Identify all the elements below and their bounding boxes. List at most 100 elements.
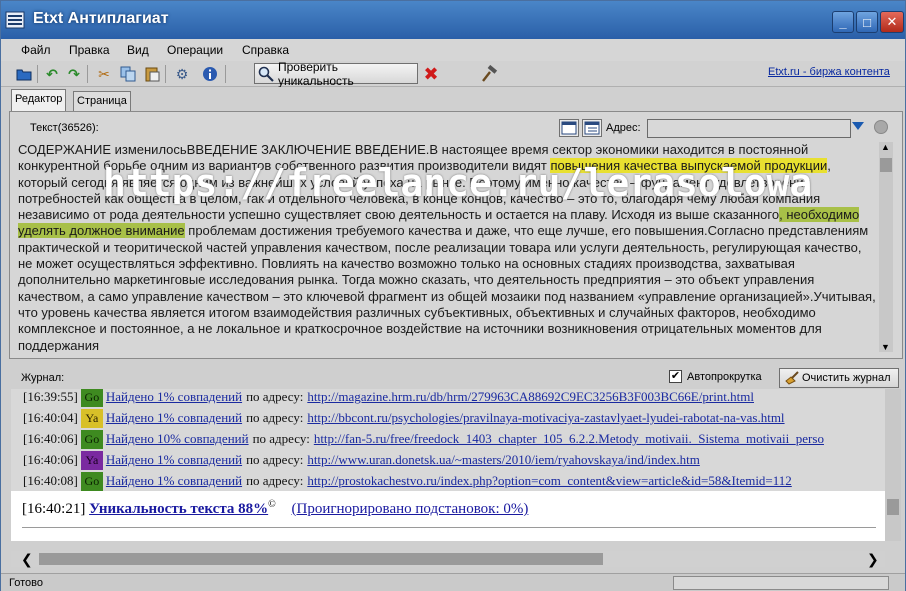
hammer-icon[interactable]: [481, 65, 499, 83]
journal-entry: [16:40:06] Ya Найдено 1% совпадений по а…: [23, 450, 700, 470]
match-link[interactable]: Найдено 1% совпадений: [106, 410, 242, 426]
entry-time: [16:39:55]: [23, 389, 78, 404]
scroll-left-icon[interactable]: ❮: [21, 552, 33, 566]
magnifier-icon: [258, 66, 274, 82]
progress-bar: [673, 576, 889, 590]
open-folder-icon[interactable]: [15, 65, 33, 83]
entry-by-label: по адресу:: [246, 473, 304, 488]
search-engine-badge: Go: [80, 429, 103, 449]
match-link[interactable]: Найдено 1% совпадений: [106, 389, 242, 405]
check-uniqueness-button[interactable]: Проверить уникальность: [254, 60, 418, 88]
entry-by-label: по адресу:: [252, 431, 310, 446]
autoscroll-label: Автопрокрутка: [687, 371, 762, 383]
scroll-down-icon[interactable]: ▼: [881, 342, 890, 352]
search-engine-badge: Ya: [80, 408, 103, 428]
app-window: Etxt Антиплагиат _ □ ✕ Файл Правка Вид О…: [0, 0, 906, 591]
toolbar-separator: [225, 65, 226, 83]
address-label: Адрес:: [606, 122, 641, 134]
source-url[interactable]: http://fan-5.ru/free/freedock_1403_chapt…: [314, 431, 824, 447]
etxt-exchange-link[interactable]: Etxt.ru - биржа контента: [768, 66, 890, 78]
stop-icon[interactable]: ✖: [422, 64, 440, 84]
uniqueness-value-link[interactable]: Уникальность текста 88%: [89, 501, 268, 517]
info-icon[interactable]: [201, 65, 219, 83]
source-url[interactable]: http://www.uran.donetsk.ua/~masters/2010…: [307, 452, 700, 468]
copyright-mark: ©: [268, 499, 276, 510]
autoscroll-checkbox[interactable]: ✔: [669, 370, 682, 383]
editor-scrollbar[interactable]: ▲ ▼: [879, 142, 893, 352]
journal-hscroll-thumb[interactable]: [39, 553, 603, 565]
cut-icon[interactable]: ✂: [95, 65, 113, 83]
close-icon: ✕: [886, 14, 898, 29]
menu-bar: Файл Правка Вид Операции Справка: [1, 39, 905, 61]
copy-icon[interactable]: [119, 65, 137, 83]
address-cancel-icon[interactable]: [874, 120, 888, 134]
single-view-button[interactable]: [559, 119, 579, 137]
editor-scroll-thumb[interactable]: [880, 158, 892, 172]
scroll-right-icon[interactable]: ❯: [867, 552, 879, 566]
tab-editor[interactable]: Редактор: [11, 89, 67, 111]
result-line: [16:40:21] Уникальность текста 88%© (Про…: [22, 499, 528, 518]
journal-entry: [16:40:06] Go Найдено 10% совпадений по …: [23, 429, 824, 449]
journal-log: [16:39:55] Go Найдено 1% совпадений по а…: [11, 389, 885, 491]
close-button[interactable]: ✕: [880, 11, 904, 33]
scroll-up-icon[interactable]: ▲: [881, 142, 890, 152]
window-view-icon: [561, 121, 577, 135]
editor-panel: Текст(36526): Адрес: СОДЕРЖАНИЕ изменило…: [9, 111, 903, 359]
window-title: Etxt Антиплагиат: [33, 10, 169, 27]
maximize-button[interactable]: □: [856, 11, 878, 33]
check-uniqueness-label: Проверить уникальность: [277, 59, 354, 88]
journal-header: Журнал: ✔ Автопрокрутка Очистить журнал: [9, 367, 903, 389]
match-link[interactable]: Найдено 1% совпадений: [106, 473, 242, 489]
entry-by-label: по адресу:: [246, 410, 304, 425]
menu-edit[interactable]: Правка: [69, 43, 110, 57]
undo-icon[interactable]: ↶: [43, 65, 61, 83]
status-text: Готово: [9, 577, 43, 589]
address-input[interactable]: [647, 119, 851, 138]
redo-icon[interactable]: ↷: [65, 65, 83, 83]
search-engine-badge: Ya: [80, 450, 103, 470]
journal-label: Журнал:: [21, 372, 65, 384]
source-url[interactable]: http://bbcont.ru/psychologies/pravilnaya…: [307, 410, 784, 426]
menu-view[interactable]: Вид: [127, 43, 149, 57]
search-engine-badge: Go: [80, 471, 103, 491]
source-url[interactable]: http://prostokachestvo.ru/index.php?opti…: [307, 473, 791, 489]
result-divider: [22, 527, 876, 528]
journal-scroll-thumb[interactable]: [887, 499, 899, 515]
match-link[interactable]: Найдено 10% совпадений: [106, 431, 249, 447]
title-bar: Etxt Антиплагиат _ □ ✕: [1, 1, 905, 39]
minimize-button[interactable]: _: [832, 11, 854, 33]
paste-icon[interactable]: [143, 65, 161, 83]
entry-time: [16:40:06]: [23, 431, 78, 446]
menu-operations[interactable]: Операции: [167, 43, 223, 57]
toolbar-separator: [165, 65, 166, 83]
entry-by-label: по адресу:: [246, 389, 304, 404]
text-length-label: Текст(36526):: [30, 122, 99, 134]
journal-horizontal-scrollbar[interactable]: ❮ ❯: [11, 551, 885, 567]
address-dropdown-icon[interactable]: [852, 122, 864, 130]
toolbar-separator: [87, 65, 88, 83]
editor-header: Текст(36526): Адрес:: [10, 112, 902, 140]
match-link[interactable]: Найдено 1% совпадений: [106, 452, 242, 468]
journal-entry: [16:39:55] Go Найдено 1% совпадений по а…: [23, 389, 754, 407]
entry-by-label: по адресу:: [246, 452, 304, 467]
menu-file[interactable]: Файл: [21, 43, 51, 57]
text-fragment: проблемам достижения требуемого качества…: [18, 223, 876, 352]
source-url[interactable]: http://magazine.hrm.ru/db/hrm/279963CA88…: [307, 389, 754, 405]
toolbar: ↶ ↷ ✂ ⚙ Проверить уникальность ✖ Etxt.ru…: [1, 60, 905, 88]
journal-entry: [16:40:08] Go Найдено 1% совпадений по а…: [23, 471, 792, 491]
maximize-icon: □: [863, 14, 871, 30]
uniqueness-result: [16:40:21] Уникальность текста 88%© (Про…: [11, 491, 885, 541]
split-view-button[interactable]: [582, 119, 602, 137]
result-time: [16:40:21]: [22, 501, 86, 517]
search-engine-badge: Go: [80, 389, 103, 407]
entry-time: [16:40:04]: [23, 410, 78, 425]
clear-journal-button[interactable]: Очистить журнал: [779, 368, 899, 388]
status-bar: Готово: [1, 573, 905, 591]
ignored-substitutions-link[interactable]: (Проигнорировано подстановок: 0%): [292, 501, 529, 517]
journal-vertical-scrollbar[interactable]: [885, 389, 901, 541]
menu-help[interactable]: Справка: [242, 43, 289, 57]
journal-entry: [16:40:04] Ya Найдено 1% совпадений по а…: [23, 408, 785, 428]
settings-icon[interactable]: ⚙: [173, 65, 191, 83]
tab-strip: Редактор Страница: [1, 87, 905, 111]
tab-page[interactable]: Страница: [73, 91, 131, 111]
